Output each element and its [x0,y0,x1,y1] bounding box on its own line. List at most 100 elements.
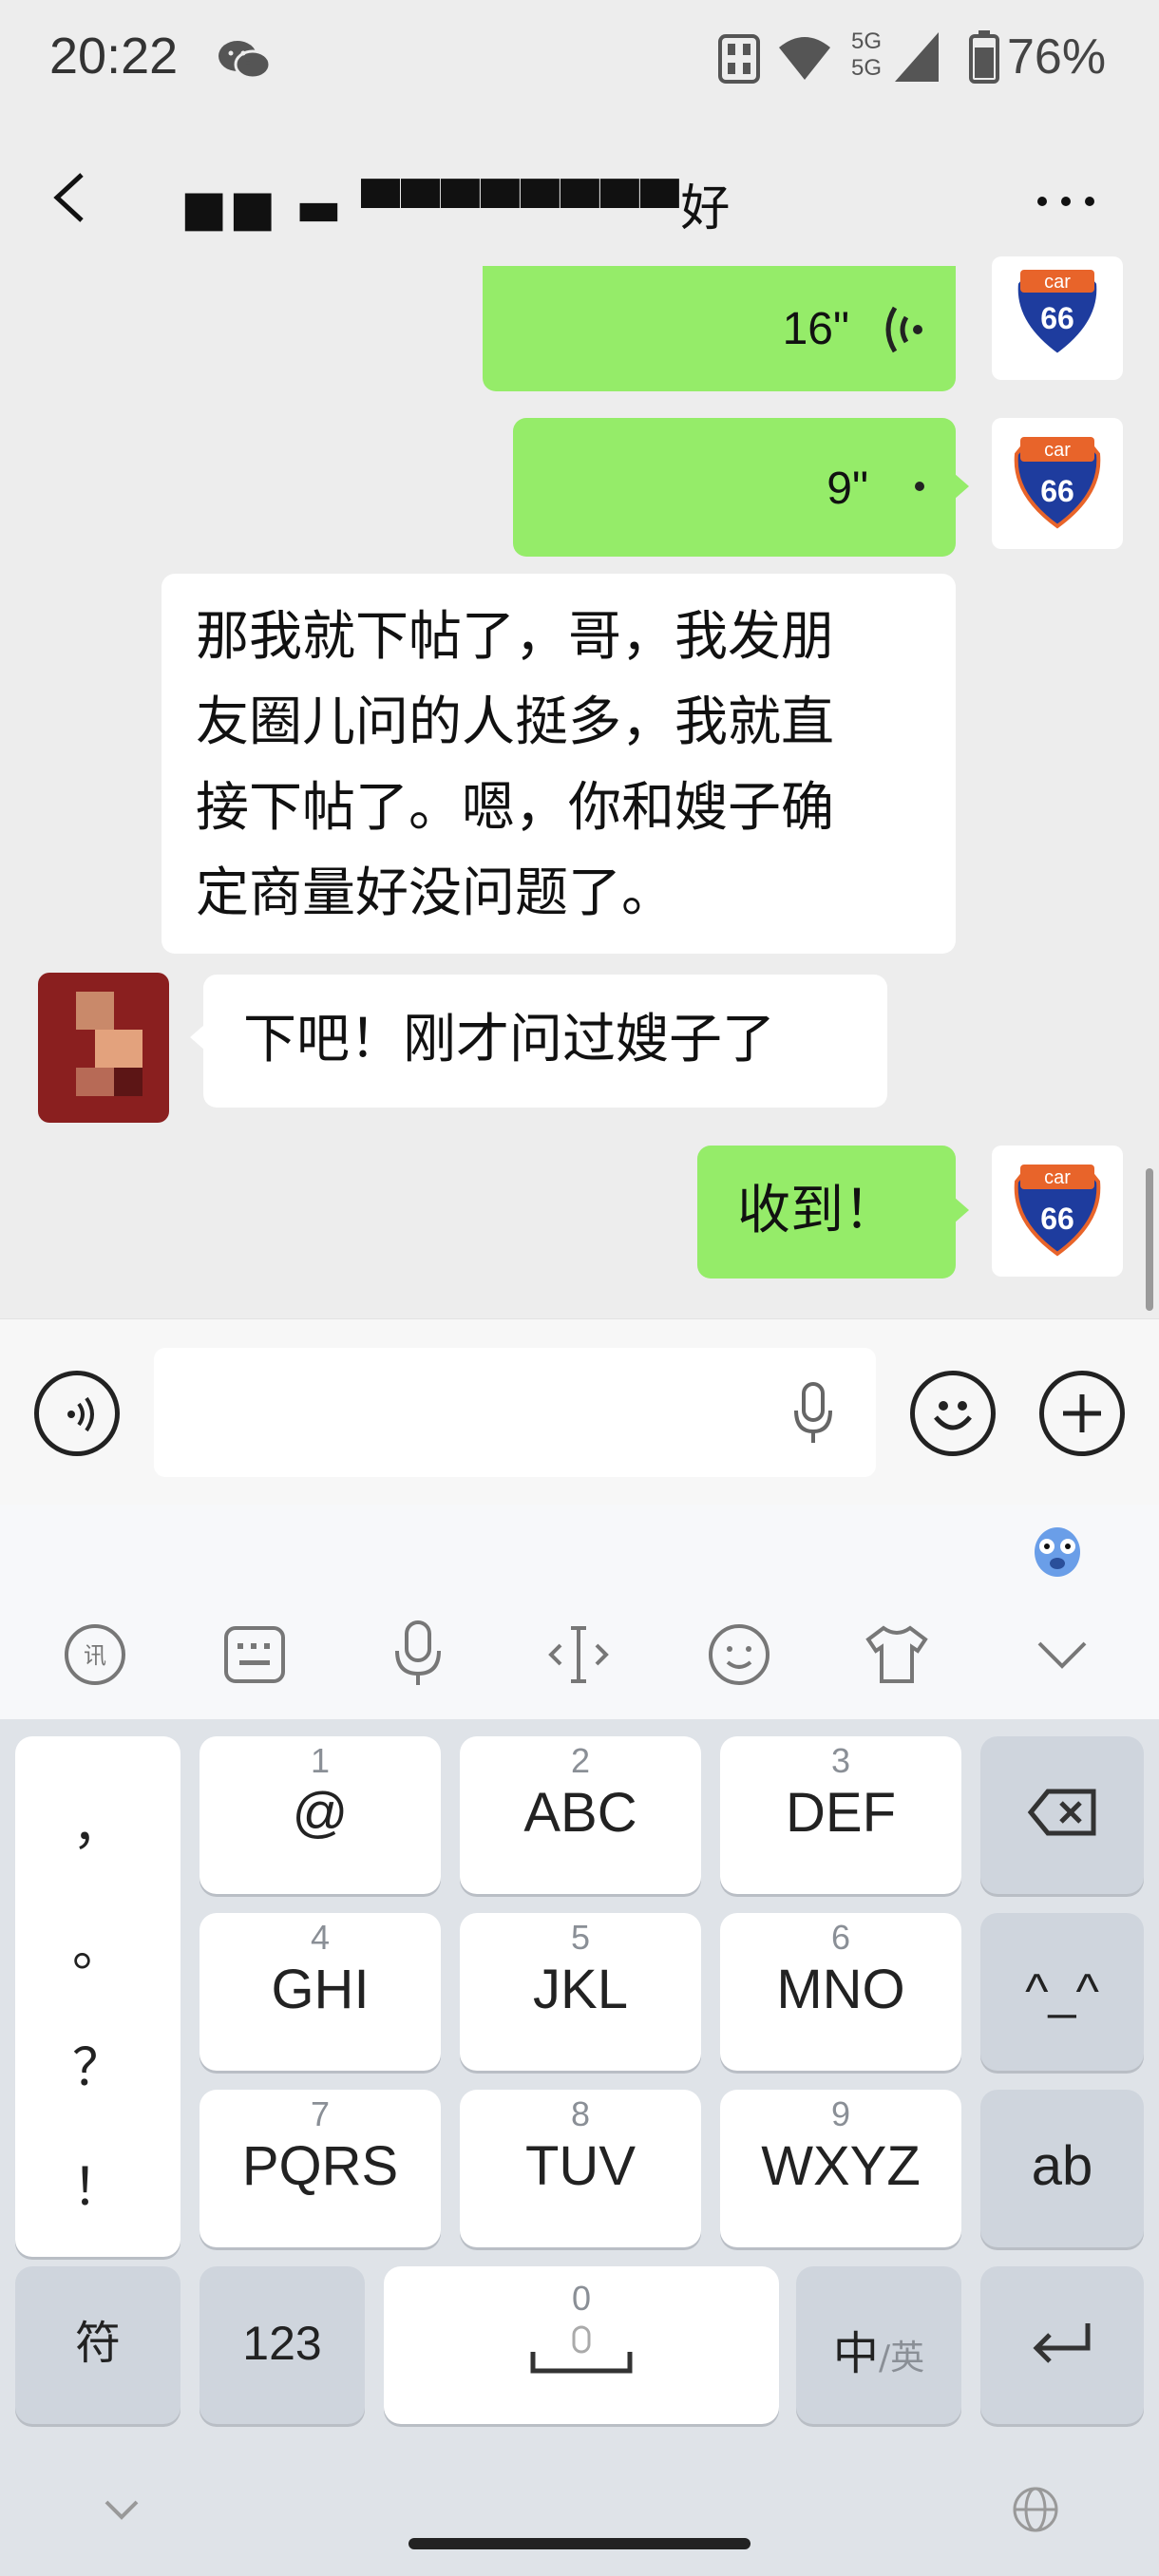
status-bar: 20:22 5G 5G 76% [0,0,1159,119]
symbol-question[interactable]: ？ [15,2025,180,2100]
space-key[interactable]: 0 [384,2266,779,2424]
numbers-key[interactable]: 123 [200,2266,365,2424]
text-message[interactable]: 那我就下帖了，哥，我发朋 友圈儿问的人挺多，我就直 接下帖了。嗯，你和嫂子确 定… [162,574,956,954]
keyboard-icon[interactable] [222,1622,287,1687]
chat-scrollbar[interactable] [1146,1168,1153,1311]
ab-key[interactable]: ab [980,2090,1144,2247]
message-text: 下吧！刚才问过嫂子了 [243,1009,775,1070]
message-line: 接下帖了。嗯，你和嫂子确 [196,777,834,839]
wifi-icon [779,37,830,80]
more-dots-icon[interactable] [1036,195,1096,208]
key-number: 0 [571,2279,592,2318]
key-8[interactable]: 8 TUV [460,2090,701,2247]
key-number: 2 [570,1741,591,1780]
space-mic-icon [530,2325,633,2374]
key-9[interactable]: 9 WXYZ [720,2090,961,2247]
emoticon-key[interactable]: ^_^ [980,1913,1144,2071]
key-1[interactable]: 1 @ [200,1736,441,1894]
key-3[interactable]: 3 DEF [720,1736,961,1894]
voice-wave-icon [885,306,922,353]
wechat-icon [218,41,272,80]
voice-duration: 9" [826,464,868,514]
avatar-pixel [76,992,114,1030]
cursor-move-icon[interactable] [545,1622,612,1687]
message-text: 收到！ [737,1180,897,1241]
backspace-icon [1027,1789,1096,1836]
key-label: GHI [271,1959,370,2020]
avatar[interactable] [38,973,169,1123]
enter-icon [1033,2323,1091,2363]
ime-logo-icon[interactable]: 讯 [63,1622,127,1687]
key-label: MNO [776,1959,905,2020]
key-label: PQRS [241,2135,399,2197]
avatar[interactable]: car 66 [992,256,1123,380]
symbols-key[interactable]: 符 [15,2266,180,2424]
avatar[interactable]: car 66 [992,1146,1123,1277]
message-line: 那我就下帖了，哥，我发朋 [196,606,834,668]
svg-text:讯: 讯 [84,1642,106,1669]
gesture-bar[interactable] [408,2538,750,2549]
message-input[interactable] [154,1348,876,1477]
key-label: ab [1031,2135,1093,2197]
lang-en: /英 [878,2339,925,2377]
battery-percent: 76% [1007,29,1107,85]
key-2[interactable]: 2 ABC [460,1736,701,1894]
key-label: 符 [74,2317,121,2370]
message-line: 友圈儿问的人挺多，我就直 [196,691,834,753]
symbol-comma[interactable]: ， [15,1784,180,1859]
enter-key[interactable] [980,2266,1144,2424]
key-7[interactable]: 7 PQRS [200,2090,441,2247]
language-toggle-key[interactable]: 中/英 [796,2266,961,2424]
key-number: 8 [570,2094,591,2133]
message-text: 那我就下帖了，哥，我发朋 友圈儿问的人挺多，我就直 接下帖了。嗯，你和嫂子确 定… [196,595,937,937]
bubble-tail [190,1024,205,1051]
text-message[interactable]: 收到！ [697,1146,969,1279]
key-6[interactable]: 6 MNO [720,1913,961,2071]
ime-toolbar: 讯 [0,1505,1159,1719]
emoji-face-icon[interactable] [707,1622,771,1687]
voice-duration: 16" [782,304,849,354]
text-message[interactable]: 下吧！刚才问过嫂子了 [190,975,887,1108]
symbol-period[interactable]: 。 [15,1905,180,1980]
back-chevron-icon[interactable] [49,171,87,224]
plus-icon[interactable] [1039,1371,1125,1456]
mic-icon[interactable] [792,1382,834,1445]
badge-top-text: car [1044,272,1071,293]
skin-shirt-icon[interactable] [863,1622,931,1687]
chat-header: ■■ ▬ ▀▀▀▀▀▀▀▀好 [0,119,1159,271]
collapse-keyboard-icon[interactable] [1036,1638,1089,1672]
voice-wave-icon [915,482,924,491]
key-label: ^_^ [1025,1964,1099,2019]
voice-input-mic-icon[interactable] [390,1619,446,1687]
key-4[interactable]: 4 GHI [200,1913,441,2071]
hide-keyboard-chevron-icon[interactable] [103,2498,141,2521]
bubble-tail [954,473,969,500]
key-number: 7 [310,2094,331,2133]
bubble-tail [954,1197,969,1223]
lang-zh: 中 [832,2327,879,2380]
key-number: 3 [830,1741,851,1780]
key-label: WXYZ [761,2135,921,2197]
message-line: 定商量好没问题了。 [196,862,674,924]
status-time: 20:22 [49,28,179,85]
emoji-icon[interactable] [910,1371,996,1456]
voice-message[interactable]: 9" [513,418,969,557]
symbol-column[interactable]: ， 。 ？ ！ [15,1736,180,2257]
key-number: 5 [570,1918,591,1957]
voice-message[interactable]: 16" [483,266,956,391]
voice-input-toggle-icon[interactable] [34,1371,120,1456]
ime-mascot-icon[interactable] [1026,1522,1089,1581]
car66-logo-icon: car 66 [1014,437,1101,529]
badge-top-text: car [1044,1167,1071,1188]
key-5[interactable]: 5 JKL [460,1913,701,2071]
network-label-1: 5G [851,28,883,54]
nfc-icon [718,34,760,84]
symbol-exclaim[interactable]: ！ [15,2145,180,2220]
avatar[interactable]: car 66 [992,418,1123,549]
backspace-key[interactable] [980,1736,1144,1894]
keyboard: ， 。 ？ ！ 1 @ 2 ABC 3 DEF 4 GHI 5 JKL 6 MN… [0,1719,1159,2576]
key-label: TUV [525,2135,636,2197]
battery-icon [969,30,999,84]
key-label: JKL [533,1959,628,2020]
globe-icon[interactable] [1011,2485,1060,2534]
